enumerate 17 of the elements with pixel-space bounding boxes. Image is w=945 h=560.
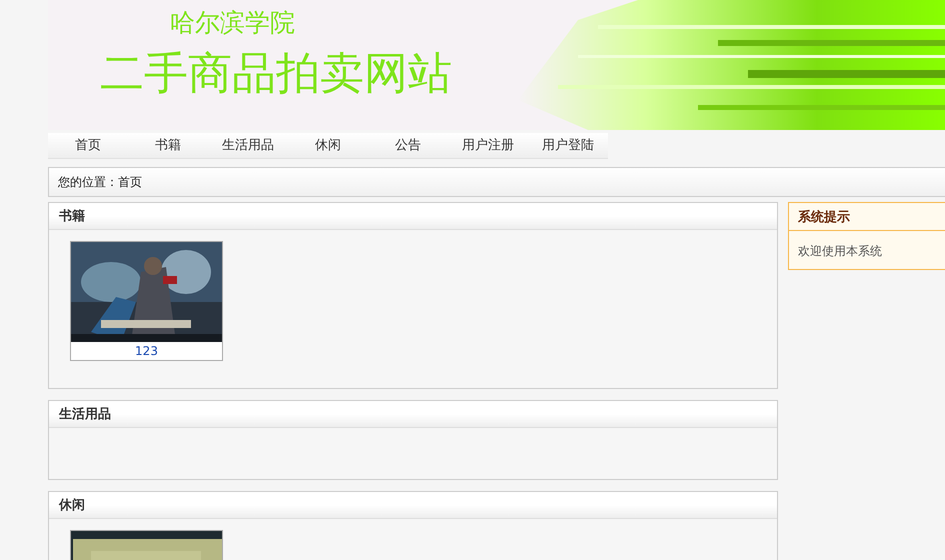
panel-title: 书籍 (49, 203, 777, 230)
nav-link[interactable]: 生活用品 (208, 133, 288, 158)
nav-link[interactable]: 公告 (368, 133, 448, 158)
nav-link[interactable]: 首页 (48, 133, 128, 158)
nav-link[interactable]: 用户注册 (448, 133, 528, 158)
nav-link[interactable]: 休闲 (288, 133, 368, 158)
panel-title: 休闲 (49, 492, 777, 519)
notice-title: 系统提示 (789, 203, 945, 231)
site-title: 二手商品拍卖网站 (100, 47, 453, 101)
notice-text: 欢迎使用本系统 (797, 243, 883, 260)
nav-link[interactable]: 用户登陆 (528, 133, 608, 158)
breadcrumb: 您的位置：首页 (58, 174, 142, 190)
nav-link[interactable]: 书籍 (128, 133, 208, 158)
product-link[interactable]: 123 (71, 342, 222, 360)
product-card[interactable]: 123 (70, 241, 223, 361)
panel-title: 生活用品 (49, 401, 777, 428)
school-name: 哈尔滨学院 (170, 7, 296, 39)
